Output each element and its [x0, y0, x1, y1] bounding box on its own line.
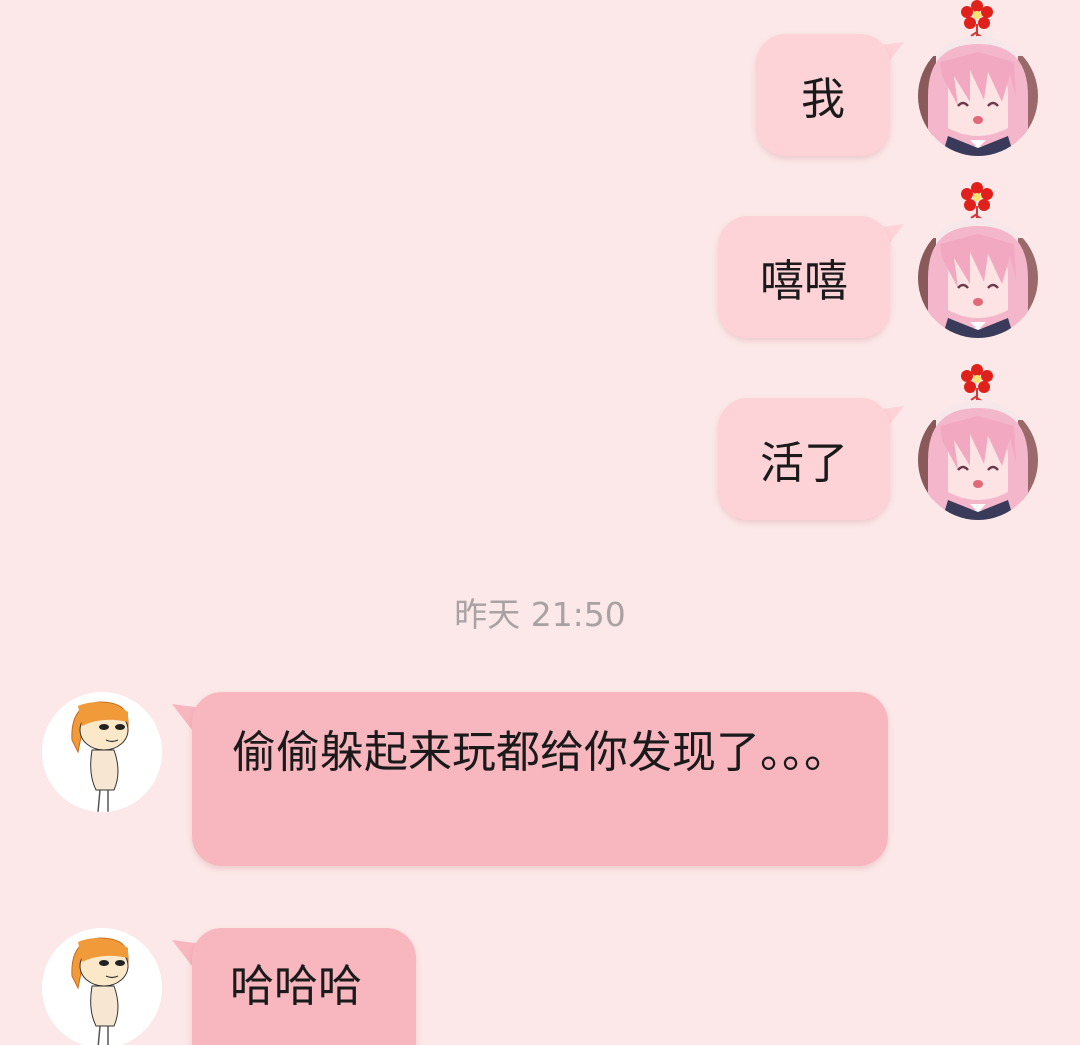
red-flower-icon — [961, 0, 993, 40]
message-text: 偷偷躲起来玩都给你发现了。。。 — [232, 727, 848, 778]
message-row-outgoing: 活了 — [0, 364, 1080, 524]
anime-girl-avatar-icon[interactable] — [918, 218, 1038, 338]
message-bubble-outgoing[interactable]: 活了 — [718, 398, 890, 520]
red-flower-icon — [961, 182, 993, 222]
message-bubble-outgoing[interactable]: 我 — [756, 34, 890, 156]
message-bubble-incoming[interactable]: 偷偷躲起来玩都给你发现了。。。 — [192, 692, 888, 866]
chat-window: 我 嘻嘻 活了 昨天 21:50 偷偷躲起来玩都给你发现了。。。 哈哈哈 — [0, 0, 1080, 1045]
timestamp: 昨天 21:50 — [454, 595, 626, 634]
message-row-outgoing: 我 — [0, 0, 1080, 160]
cartoon-kid-avatar-icon[interactable] — [42, 928, 162, 1045]
red-flower-icon — [961, 364, 993, 404]
message-bubble-incoming[interactable]: 哈哈哈 — [192, 928, 416, 1045]
message-bubble-outgoing[interactable]: 嘻嘻 — [718, 216, 890, 338]
anime-girl-avatar-icon[interactable] — [918, 36, 1038, 156]
message-text: 我 — [801, 74, 845, 125]
message-row-outgoing: 嘻嘻 — [0, 182, 1080, 342]
message-text: 活了 — [760, 438, 848, 489]
anime-girl-avatar-icon[interactable] — [918, 400, 1038, 520]
cartoon-kid-avatar-icon[interactable] — [42, 692, 162, 812]
message-text: 哈哈哈 — [230, 961, 362, 1012]
message-text: 嘻嘻 — [760, 256, 848, 307]
